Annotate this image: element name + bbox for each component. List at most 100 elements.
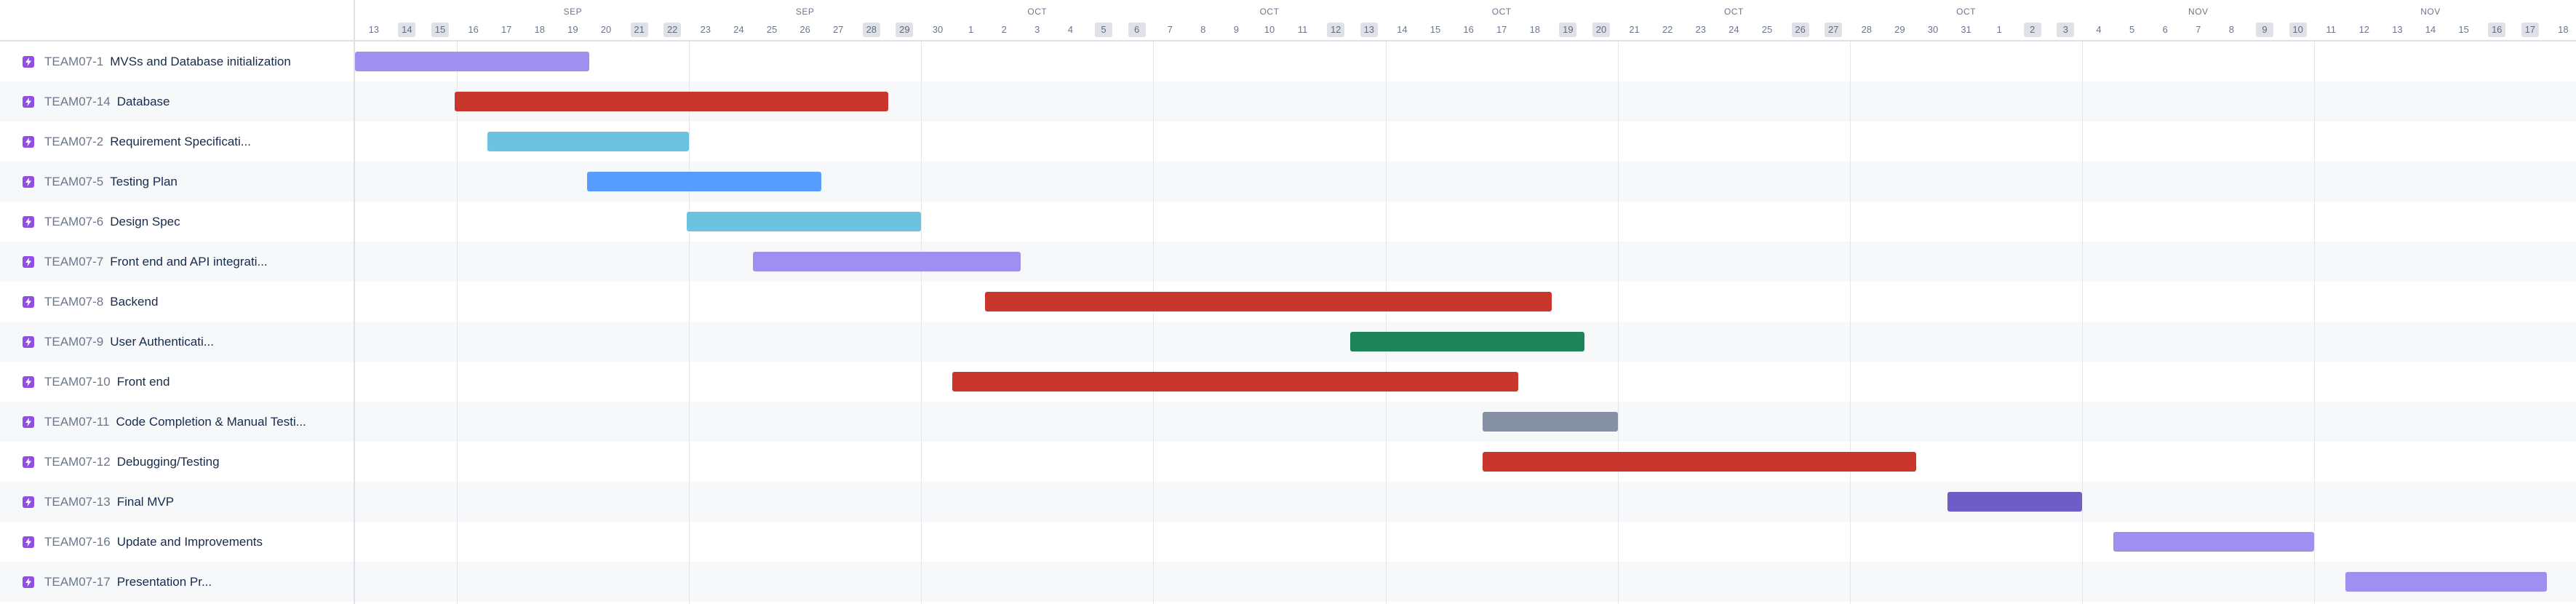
week-separator [1850, 0, 1851, 604]
schedule-bar[interactable] [1483, 412, 1618, 432]
schedule-bar[interactable] [1483, 452, 1917, 472]
timeline-row [355, 442, 2576, 482]
issue-summary[interactable]: Requirement Specificati... [110, 135, 251, 149]
day-label: 21 [1629, 24, 1640, 35]
day-label: 28 [1861, 24, 1873, 35]
epic-icon [23, 135, 34, 148]
issue-key-link[interactable]: TEAM07-8 [44, 295, 103, 309]
day-label: 14 [398, 23, 416, 37]
issue-summary[interactable]: MVSs and Database initialization [110, 55, 291, 69]
epic-icon [23, 175, 34, 188]
issue-key-link[interactable]: TEAM07-6 [44, 215, 103, 229]
issue-key-link[interactable]: TEAM07-14 [44, 95, 111, 109]
schedule-bar[interactable] [487, 132, 689, 151]
issue-key-link[interactable]: TEAM07-9 [44, 335, 103, 349]
day-label: 28 [862, 23, 880, 37]
issue-key-link[interactable]: TEAM07-17 [44, 575, 111, 589]
schedule-bar[interactable] [587, 172, 822, 191]
issue-key-link[interactable]: TEAM07-7 [44, 255, 103, 269]
day-label: 4 [1067, 24, 1073, 35]
issue-row[interactable]: TEAM07-14 Database [0, 82, 354, 122]
schedule-bar[interactable] [2113, 532, 2315, 552]
issue-row[interactable]: TEAM07-12 Debugging/Testing [0, 442, 354, 482]
issue-key-link[interactable]: TEAM07-11 [44, 415, 109, 429]
issue-row[interactable]: TEAM07-2 Requirement Specificati... [0, 122, 354, 162]
day-label: 9 [1233, 24, 1239, 35]
schedule-bar[interactable] [687, 212, 922, 231]
day-label: 2 [1001, 24, 1007, 35]
issue-key-link[interactable]: TEAM07-5 [44, 175, 103, 189]
day-label: 5 [1095, 23, 1112, 37]
day-label: 15 [431, 23, 449, 37]
day-label: 31 [1961, 24, 1971, 35]
schedule-bar[interactable] [753, 252, 1021, 271]
issue-row[interactable]: TEAM07-7 Front end and API integrati... [0, 242, 354, 282]
day-label: 3 [1034, 24, 1040, 35]
day-label: 27 [832, 24, 844, 35]
issue-row[interactable]: TEAM07-8 Backend [0, 282, 354, 322]
epic-icon [23, 416, 34, 428]
issue-summary[interactable]: Testing Plan [110, 175, 178, 189]
epic-icon [23, 335, 34, 348]
epic-icon [23, 576, 34, 588]
issue-summary[interactable]: Database [117, 95, 170, 109]
day-label: 26 [799, 24, 810, 35]
day-label: 19 [1559, 23, 1577, 37]
issue-row[interactable]: TEAM07-10 Front end [0, 362, 354, 402]
issue-key-link[interactable]: TEAM07-13 [44, 495, 111, 509]
issue-summary[interactable]: Design Spec [110, 215, 180, 229]
issue-row[interactable]: TEAM07-1 MVSs and Database initialization [0, 41, 354, 82]
month-label: NOV [2420, 7, 2441, 17]
day-label: 1 [1996, 24, 2002, 35]
month-label: OCT [1956, 7, 1977, 17]
timeline-chart: 13 14 15 16 17 18 19 20 21 22 23 24 25 26 27 28 29 30 1 2 3 4… [355, 0, 2576, 604]
issue-summary[interactable]: Backend [110, 295, 158, 309]
issue-row[interactable]: TEAM07-9 User Authenticati... [0, 322, 354, 362]
day-label: 12 [1327, 23, 1345, 37]
epic-icon [23, 255, 34, 268]
issue-summary[interactable]: Final MVP [117, 495, 174, 509]
day-label: 20 [1592, 23, 1610, 37]
schedule-bar[interactable] [952, 372, 1518, 392]
issue-row[interactable]: TEAM07-11 Code Completion & Manual Testi.… [0, 402, 354, 442]
issue-row[interactable]: TEAM07-17 Presentation Pr... [0, 562, 354, 602]
issue-list-header [0, 0, 354, 41]
issue-key-link[interactable]: TEAM07-12 [44, 455, 111, 469]
day-label: 23 [700, 24, 711, 35]
issue-summary[interactable]: Front end [117, 375, 170, 389]
issue-row[interactable]: TEAM07-6 Design Spec [0, 202, 354, 242]
schedule-bar[interactable] [1350, 332, 1585, 351]
day-label: 10 [1264, 24, 1275, 35]
issue-summary[interactable]: Front end and API integrati... [110, 255, 267, 269]
day-label: 13 [2392, 24, 2403, 35]
issue-summary[interactable]: Presentation Pr... [117, 575, 212, 589]
week-separator [456, 0, 458, 604]
issue-summary[interactable]: User Authenticati... [110, 335, 214, 349]
day-label: 22 [663, 23, 682, 37]
day-label: 24 [733, 24, 744, 35]
issue-row[interactable]: TEAM07-16 Update and Improvements [0, 522, 354, 562]
issue-summary[interactable]: Update and Improvements [117, 535, 263, 549]
issue-key-link[interactable]: TEAM07-2 [44, 135, 103, 149]
issue-key-link[interactable]: TEAM07-1 [44, 55, 103, 69]
schedule-bar[interactable] [1947, 492, 2083, 512]
day-label: 20 [600, 24, 612, 35]
issue-row[interactable]: TEAM07-13 Final MVP [0, 482, 354, 522]
day-label: 7 [2196, 24, 2201, 35]
issue-summary[interactable]: Code Completion & Manual Testi... [116, 415, 306, 429]
schedule-bar[interactable] [355, 52, 590, 71]
issue-row[interactable]: TEAM07-5 Testing Plan [0, 162, 354, 202]
issue-summary[interactable]: Debugging/Testing [117, 455, 220, 469]
timeline-row [355, 562, 2576, 602]
issue-key-link[interactable]: TEAM07-10 [44, 375, 111, 389]
schedule-bar[interactable] [2345, 572, 2547, 592]
epic-icon [23, 496, 34, 508]
day-label: 1 [968, 24, 974, 35]
issue-key-link[interactable]: TEAM07-16 [44, 535, 111, 549]
day-label: 14 [2425, 24, 2436, 35]
day-label: 17 [2521, 23, 2539, 37]
day-label: 30 [1927, 24, 1939, 35]
schedule-bar[interactable] [454, 92, 888, 111]
epic-icon [23, 95, 34, 108]
schedule-bar[interactable] [985, 292, 1552, 311]
